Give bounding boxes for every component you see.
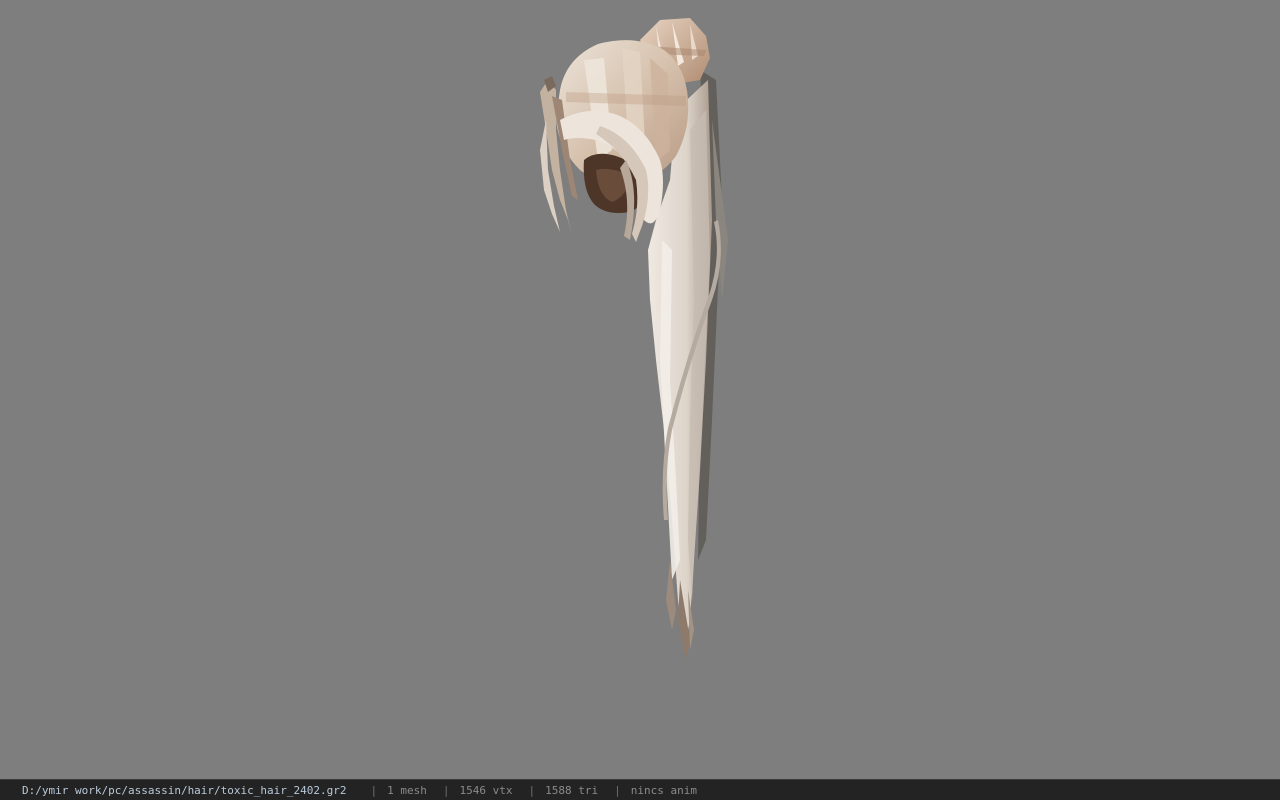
- animation-status: nincs anim: [630, 783, 697, 797]
- vertex-count: 1546 vtx: [459, 783, 513, 797]
- status-separator: |: [528, 783, 536, 797]
- 3d-viewport[interactable]: [0, 0, 1280, 779]
- file-path: D:/ymir work/pc/assassin/hair/toxic_hair…: [22, 783, 347, 797]
- hair-model-render: [540, 18, 728, 660]
- triangle-count: 1588 tri: [545, 783, 599, 797]
- status-separator: |: [442, 783, 450, 797]
- status-separator: |: [370, 783, 378, 797]
- mesh-count: 1 mesh: [387, 783, 427, 797]
- status-bar: D:/ymir work/pc/assassin/hair/toxic_hair…: [0, 779, 1280, 800]
- status-separator: |: [614, 783, 621, 797]
